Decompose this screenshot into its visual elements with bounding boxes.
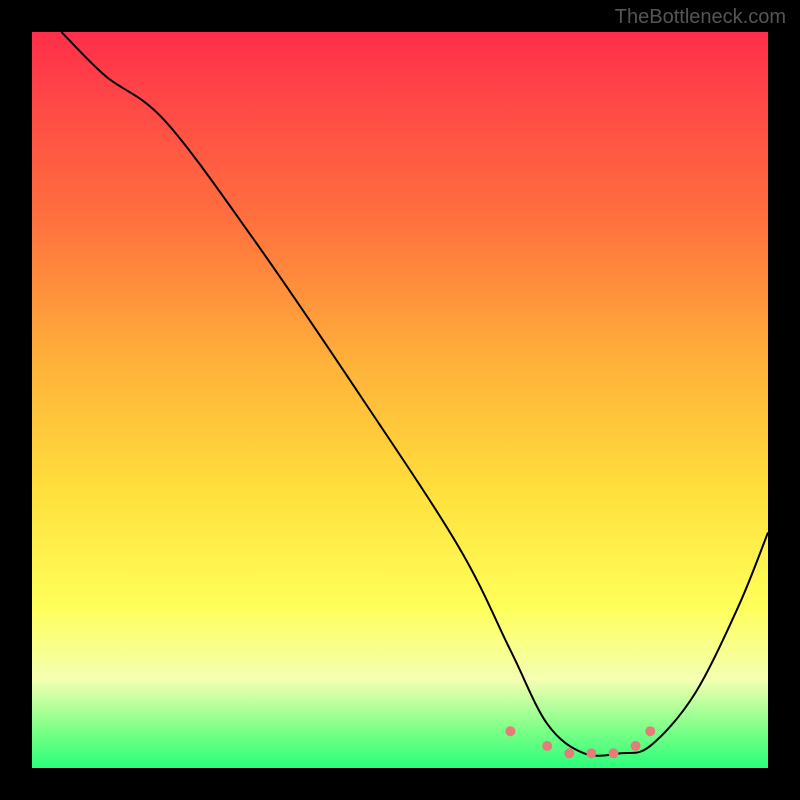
highlight-dot [564, 748, 574, 758]
highlight-dot [505, 726, 515, 736]
main-curve [61, 32, 768, 756]
highlight-dot [542, 741, 552, 751]
watermark-text: TheBottleneck.com [615, 6, 786, 29]
highlight-dot [586, 748, 596, 758]
chart-canvas [32, 32, 768, 768]
highlight-dot [608, 748, 618, 758]
highlight-dot [645, 726, 655, 736]
chart-svg [32, 32, 768, 768]
highlight-dot [631, 741, 641, 751]
